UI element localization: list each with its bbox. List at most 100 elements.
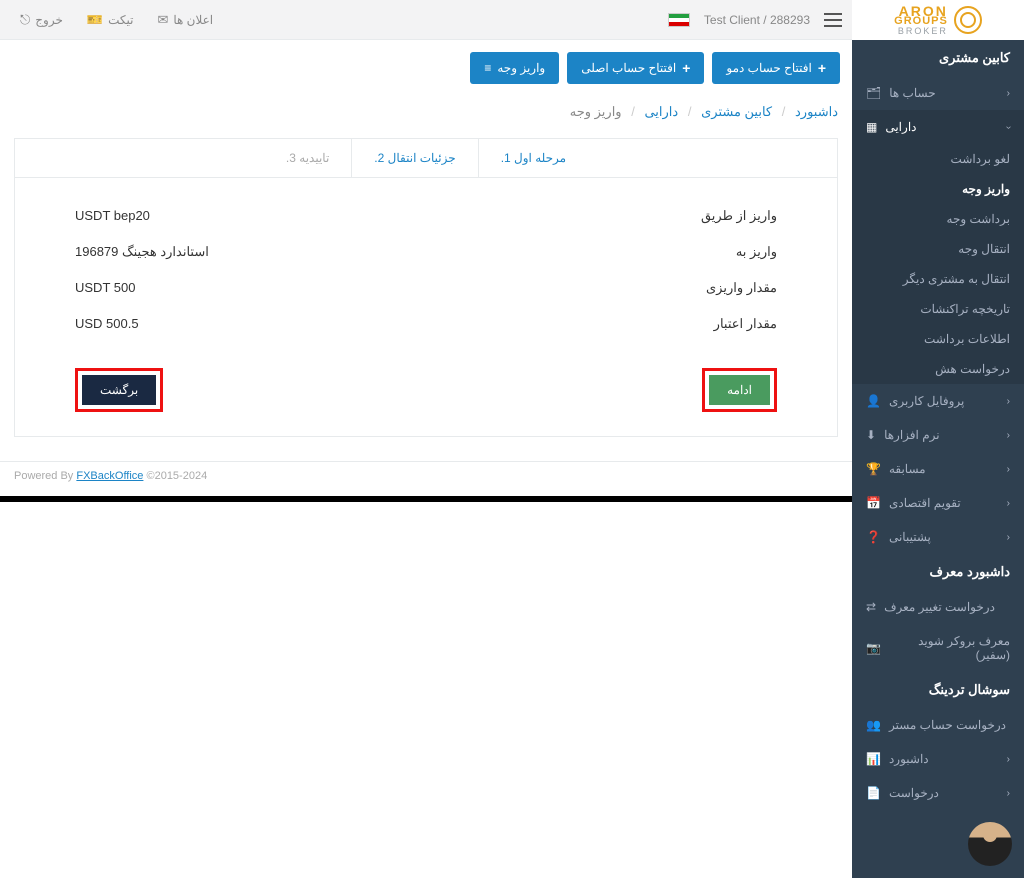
tab-num: .1: [501, 151, 511, 165]
open-real-account-button[interactable]: افتتاح حساب اصلی +: [567, 52, 704, 84]
chevron-left-icon: ‹: [1007, 532, 1010, 543]
main: Test Client / 288293 اعلان ها ✉ تیکت 🎫 خ…: [0, 0, 852, 878]
top-ticket[interactable]: تیکت 🎫: [77, 6, 144, 34]
sidebar-item-label: پروفایل کاربری: [889, 394, 964, 408]
sidebar-section-client: کابین مشتری: [852, 40, 1024, 76]
kv-row: مقدار اعتبار USD 500.5: [75, 306, 777, 342]
client-id: Test Client / 288293: [704, 13, 810, 27]
sidebar-item-label: نرم افزارها: [884, 428, 940, 442]
sidebar-item-dashboard[interactable]: ‹ داشبورد📊: [852, 742, 1024, 776]
sidebar-section-social: سوشال تردینگ: [852, 672, 1024, 708]
kv-value: USDT 500: [75, 280, 135, 296]
logo: ARON GROUPS BROKER: [852, 0, 1024, 40]
tab-step2[interactable]: جزئیات انتقال .2: [352, 139, 478, 177]
logo-icon: [954, 6, 982, 34]
tab-num: .3: [286, 151, 296, 165]
top-logout[interactable]: خروج ⎋: [10, 6, 73, 34]
breadcrumb: داشبورد / کابین مشتری / دارایی / واریز و…: [0, 96, 852, 128]
sub-transfer[interactable]: انتقال وجه: [852, 234, 1024, 264]
plus-icon: +: [818, 60, 826, 76]
sidebar-item-ib-change[interactable]: درخواست تغییر معرف ⇄: [852, 590, 1024, 624]
sidebar-item-profile[interactable]: ‹ پروفایل کاربری👤: [852, 384, 1024, 418]
flag-ir-icon[interactable]: [668, 13, 690, 27]
logo-text: ARON GROUPS BROKER: [894, 5, 948, 36]
kv-row: واریز به استاندارد هجینگ 196879: [75, 234, 777, 270]
chevron-left-icon: ‹: [1007, 498, 1010, 509]
open-demo-account-button[interactable]: افتتاح حساب دمو +: [712, 52, 840, 84]
chevron-left-icon: ‹: [1007, 788, 1010, 799]
sidebar-item-label: پشتیبانی: [889, 530, 931, 544]
crumb-assets[interactable]: دارایی: [644, 104, 678, 119]
summary-table: واریز از طریق USDT bep20 واریز به استاند…: [15, 178, 837, 362]
sidebar-item-apps[interactable]: ‹ نرم افزارها⬇: [852, 418, 1024, 452]
sub-deposit[interactable]: واریز وجه: [852, 174, 1024, 204]
sub-withdraw[interactable]: برداشت وجه: [852, 204, 1024, 234]
deposit-panel: مرحله اول .1 جزئیات انتقال .2 تاییدیه .3…: [14, 138, 838, 437]
envelope-icon: ✉: [157, 12, 168, 28]
btn-label: واریز وجه: [497, 61, 545, 75]
sub-cancel-withdraw[interactable]: لغو برداشت: [852, 144, 1024, 174]
swap-icon: ⇄: [866, 600, 876, 614]
highlight-continue: ادامه: [702, 368, 777, 412]
logout-icon: ⎋: [20, 12, 30, 28]
avatar-container: [852, 810, 1024, 878]
sub-withdraw-info[interactable]: اطلاعات برداشت: [852, 324, 1024, 354]
doc-icon: 📄: [866, 786, 881, 800]
sidebar-item-request[interactable]: ‹ درخواست 📄: [852, 776, 1024, 810]
sidebar-item-ib-become[interactable]: معرف بروکر شوید (سفیر)📷: [852, 624, 1024, 672]
sidebar-item-label: درخواست تغییر معرف: [884, 600, 995, 614]
top-link-label: تیکت: [108, 13, 133, 27]
btn-label: افتتاح حساب اصلی: [581, 61, 676, 75]
kv-value: USD 500.5: [75, 316, 139, 332]
continue-button[interactable]: ادامه: [709, 375, 770, 405]
sidebar-item-label: درخواست حساب مستر: [889, 718, 1006, 732]
kv-row: مقدار واریزی USDT 500: [75, 270, 777, 306]
top-announcements[interactable]: اعلان ها ✉: [147, 6, 223, 34]
crumb-cabinet[interactable]: کابین مشتری: [701, 104, 772, 119]
deposit-button[interactable]: ≡ واریز وجه: [470, 52, 559, 84]
action-buttons-row: ≡ واریز وجه افتتاح حساب اصلی + افتتاح حس…: [0, 40, 852, 96]
ticket-icon: 🎫: [87, 12, 103, 28]
chevron-down-icon: ‹: [1003, 125, 1014, 128]
sub-transfer-other[interactable]: انتقال به مشتری دیگر: [852, 264, 1024, 294]
sub-tx-history[interactable]: تاریخچه تراکنشات: [852, 294, 1024, 324]
crumb-dashboard[interactable]: داشبورد: [795, 104, 838, 119]
kv-value: USDT bep20: [75, 208, 150, 224]
sidebar-item-label: درخواست: [889, 786, 939, 800]
chevron-left-icon: ‹: [1007, 430, 1010, 441]
footer-text: Powered By: [14, 470, 76, 482]
menu-toggle[interactable]: [824, 13, 842, 27]
kv-label: واریز به: [736, 244, 777, 260]
sidebar-item-label: دارایی: [885, 120, 916, 134]
sidebar-item-support[interactable]: ‹ پشتیبانی ❓: [852, 520, 1024, 554]
sidebar-item-label: داشبورد: [889, 752, 929, 766]
assets-icon: ▦: [866, 120, 877, 134]
divider-bar: [0, 496, 852, 502]
crumb-current: واریز وجه: [570, 104, 622, 119]
chevron-left-icon: ‹: [1007, 464, 1010, 475]
question-icon: ❓: [866, 530, 881, 544]
sidebar-item-calendar[interactable]: ‹ تقویم اقتصادی📅: [852, 486, 1024, 520]
sidebar-item-master-req[interactable]: درخواست حساب مستر 👥: [852, 708, 1024, 742]
sidebar-item-contest[interactable]: ‹ مسابقه🏆: [852, 452, 1024, 486]
back-button[interactable]: برگشت: [82, 375, 156, 405]
people-icon: 👥: [866, 718, 881, 732]
kv-value: استاندارد هجینگ 196879: [75, 244, 209, 260]
avatar[interactable]: [968, 822, 1012, 866]
sidebar-section-ib: داشبورد معرف: [852, 554, 1024, 590]
tab-num: .2: [374, 151, 384, 165]
tab-label: جزئیات انتقال: [388, 151, 456, 165]
sidebar-item-label: تقویم اقتصادی: [889, 496, 961, 510]
kv-label: واریز از طریق: [701, 208, 777, 224]
footer-brand-link[interactable]: FXBackOffice: [76, 470, 143, 482]
sidebar: ARON GROUPS BROKER کابین مشتری ‹ حساب ها…: [852, 0, 1024, 878]
wallet-icon: 🗂: [866, 86, 881, 100]
footer-years: ©2015-2024: [143, 470, 207, 482]
highlight-back: برگشت: [75, 368, 163, 412]
chart-icon: 📊: [866, 752, 881, 766]
footer: Powered By FXBackOffice ©2015-2024: [0, 461, 852, 490]
sub-hash-request[interactable]: درخواست هش: [852, 354, 1024, 384]
sidebar-item-assets[interactable]: ‹ دارایی ▦: [852, 110, 1024, 144]
tab-step1[interactable]: مرحله اول .1: [479, 139, 588, 177]
sidebar-item-accounts[interactable]: ‹ حساب ها🗂: [852, 76, 1024, 110]
